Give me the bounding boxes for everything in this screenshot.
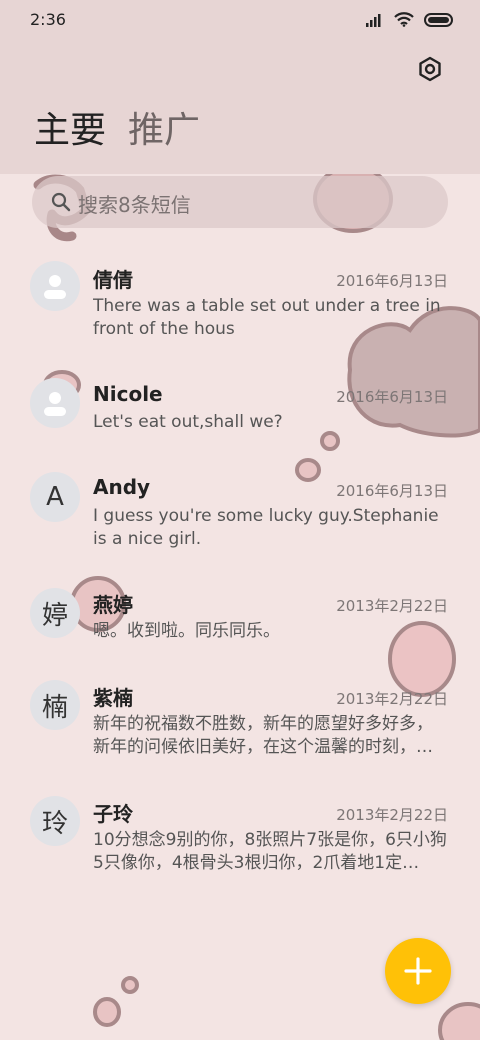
message-preview: There was a table set out under a tree i… — [93, 296, 441, 339]
message-preview: 嗯。收到啦。同乐同乐。 — [93, 621, 280, 641]
avatar: A — [30, 472, 80, 522]
search-icon — [51, 192, 71, 212]
sender-name: Andy — [93, 475, 151, 499]
tab-primary[interactable]: 主要 — [34, 107, 106, 155]
avatar — [30, 261, 80, 311]
message-preview: Let's eat out,shall we? — [93, 412, 283, 432]
message-date: 2016年6月13日 — [336, 388, 448, 406]
tab-bar: 主要 推广 — [34, 107, 200, 155]
status-time: 2:36 — [30, 10, 66, 29]
settings-gear-icon[interactable] — [416, 55, 444, 83]
sender-name: 燕婷 — [93, 593, 133, 617]
wifi-icon — [394, 12, 414, 27]
tab-promotions[interactable]: 推广 — [128, 107, 200, 155]
message-preview: 10分想念9别的你，8张照片7张是你，6只小狗5只像你，4根骨头3根归你，2爪着… — [93, 830, 447, 873]
avatar: 玲 — [30, 796, 80, 846]
search-bar[interactable]: 搜索8条短信 — [32, 176, 448, 228]
message-date: 2016年6月13日 — [336, 482, 448, 500]
avatar: 楠 — [30, 680, 80, 730]
avatar — [30, 378, 80, 428]
message-preview: 新年的祝福数不胜数，新年的愿望好多好多，新年的问候依旧美好，在这个温馨的时刻，… — [93, 714, 433, 757]
battery-icon — [424, 12, 453, 27]
sender-name: 子玲 — [93, 802, 133, 826]
message-preview: I guess you're some lucky guy.Stephanie … — [93, 506, 439, 549]
sender-name: 倩倩 — [93, 268, 133, 292]
signal-icon — [366, 13, 381, 27]
plus-icon — [404, 957, 432, 985]
sender-name: 紫楠 — [93, 686, 133, 710]
message-date: 2013年2月22日 — [336, 690, 448, 708]
status-icons — [366, 12, 454, 27]
app-header: 2:36 主要 推广 — [0, 0, 480, 174]
compose-button[interactable] — [385, 938, 451, 1004]
status-bar: 2:36 — [0, 0, 480, 40]
default-avatar-icon — [44, 275, 66, 299]
default-avatar-icon — [44, 392, 66, 416]
sender-name: Nicole — [93, 382, 163, 406]
message-date: 2013年2月22日 — [336, 597, 448, 615]
search-placeholder: 搜索8条短信 — [78, 193, 191, 217]
message-date: 2016年6月13日 — [336, 272, 448, 290]
avatar: 婷 — [30, 588, 80, 638]
message-date: 2013年2月22日 — [336, 806, 448, 824]
